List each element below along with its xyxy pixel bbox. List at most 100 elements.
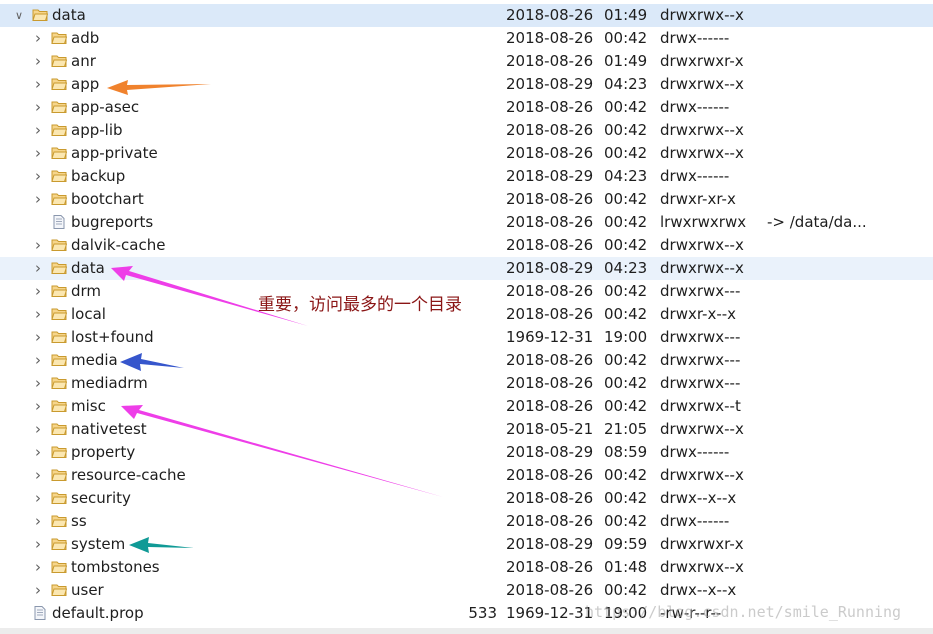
entry-permissions: drwxr-x--x <box>660 305 737 323</box>
tree-row-bugreports[interactable]: bugreports 2018-08-26 00:42 lrwxrwxrwx -> /d… <box>0 211 933 234</box>
tree-row-resource-cache[interactable]: › resource-cache 2018-08-26 00:42 drwxrwx--x <box>0 464 933 487</box>
entry-date: 2018-08-26 <box>506 466 594 484</box>
entry-date: 2018-08-26 <box>506 213 594 231</box>
entry-date: 2018-08-26 <box>506 581 594 599</box>
entry-time: 00:42 <box>604 351 648 369</box>
tree-row-app-asec[interactable]: › app-asec 2018-08-26 00:42 drwx------ <box>0 96 933 119</box>
entry-time: 00:42 <box>604 282 648 300</box>
chevron-right-icon[interactable]: › <box>33 464 43 487</box>
folder-icon <box>51 377 67 389</box>
chevron-right-icon[interactable]: › <box>33 556 43 579</box>
entry-time: 00:42 <box>604 374 648 392</box>
entry-permissions: drwx------ <box>660 98 730 116</box>
folder-icon <box>51 538 67 550</box>
tree-row-app-private[interactable]: › app-private 2018-08-26 00:42 drwxrwx--x <box>0 142 933 165</box>
entry-date: 2018-08-26 <box>506 558 594 576</box>
chevron-right-icon[interactable]: › <box>33 303 43 326</box>
tree-row-data[interactable]: › data 2018-08-29 04:23 drwxrwx--x <box>0 257 933 280</box>
tree-row-mediadrm[interactable]: › mediadrm 2018-08-26 00:42 drwxrwx--- <box>0 372 933 395</box>
entry-permissions: drwxrwx--- <box>660 328 741 346</box>
entry-date: 2018-08-29 <box>506 443 594 461</box>
tree-row-app-lib[interactable]: › app-lib 2018-08-26 00:42 drwxrwx--x <box>0 119 933 142</box>
entry-date: 2018-08-26 <box>506 305 594 323</box>
tree-row-ss[interactable]: › ss 2018-08-26 00:42 drwx------ <box>0 510 933 533</box>
entry-date: 2018-08-29 <box>506 259 594 277</box>
entry-permissions: drwxrwx--x <box>660 466 744 484</box>
horizontal-scrollbar[interactable] <box>0 628 933 634</box>
entry-permissions: drwx--x--x <box>660 489 737 507</box>
entry-permissions: drwxrwx--t <box>660 397 741 415</box>
chevron-down-icon[interactable]: ∨ <box>14 4 24 27</box>
folder-icon <box>51 308 67 320</box>
entry-name: user <box>71 581 104 599</box>
chevron-right-icon[interactable]: › <box>33 326 43 349</box>
entry-time: 04:23 <box>604 167 648 185</box>
chevron-right-icon[interactable]: › <box>33 96 43 119</box>
tree-row-adb[interactable]: › adb 2018-08-26 00:42 drwx------ <box>0 27 933 50</box>
tree-row-lost-found[interactable]: › lost+found 1969-12-31 19:00 drwxrwx--- <box>0 326 933 349</box>
chevron-right-icon[interactable]: › <box>33 50 43 73</box>
chevron-right-icon[interactable]: › <box>33 257 43 280</box>
chevron-right-icon[interactable]: › <box>33 27 43 50</box>
entry-name: misc <box>71 397 106 415</box>
entry-time: 00:42 <box>604 121 648 139</box>
tree-row-backup[interactable]: › backup 2018-08-29 04:23 drwx------ <box>0 165 933 188</box>
chevron-right-icon[interactable]: › <box>33 533 43 556</box>
chevron-right-icon[interactable]: › <box>33 579 43 602</box>
tree-row-drm[interactable]: › drm 2018-08-26 00:42 drwxrwx--- <box>0 280 933 303</box>
chevron-right-icon[interactable]: › <box>33 165 43 188</box>
folder-icon <box>51 515 67 527</box>
entry-time: 01:49 <box>604 6 648 24</box>
chevron-right-icon[interactable]: › <box>33 395 43 418</box>
entry-time: 01:49 <box>604 52 648 70</box>
chevron-right-icon[interactable]: › <box>33 349 43 372</box>
chevron-right-icon[interactable]: › <box>33 119 43 142</box>
tree-row-misc[interactable]: › misc 2018-08-26 00:42 drwxrwx--t <box>0 395 933 418</box>
chevron-right-icon[interactable]: › <box>33 188 43 211</box>
entry-permissions: drwxrwx--x <box>660 420 744 438</box>
tree-row-security[interactable]: › security 2018-08-26 00:42 drwx--x--x <box>0 487 933 510</box>
entry-name: system <box>71 535 126 553</box>
tree-row-media[interactable]: › media 2018-08-26 00:42 drwxrwx--- <box>0 349 933 372</box>
tree-row-nativetest[interactable]: › nativetest 2018-05-21 21:05 drwxrwx--x <box>0 418 933 441</box>
entry-date: 2018-08-26 <box>506 397 594 415</box>
chevron-right-icon[interactable]: › <box>33 73 43 96</box>
entry-time: 09:59 <box>604 535 648 553</box>
chevron-right-icon[interactable]: › <box>33 372 43 395</box>
tree-row-app[interactable]: › app 2018-08-29 04:23 drwxrwx--x <box>0 73 933 96</box>
tree-row-data[interactable]: ∨ data 2018-08-26 01:49 drwxrwx--x <box>0 4 933 27</box>
entry-permissions: drwxrwxr-x <box>660 52 744 70</box>
annotation-note: 重要，访问最多的一个目录 <box>258 295 462 315</box>
entry-time: 00:42 <box>604 512 648 530</box>
folder-icon <box>51 446 67 458</box>
chevron-right-icon[interactable]: › <box>33 418 43 441</box>
entry-permissions: drwx------ <box>660 512 730 530</box>
tree-row-bootchart[interactable]: › bootchart 2018-08-26 00:42 drwxr-xr-x <box>0 188 933 211</box>
folder-icon <box>51 492 67 504</box>
chevron-right-icon[interactable]: › <box>33 441 43 464</box>
folder-icon <box>51 354 67 366</box>
entry-date: 2018-08-26 <box>506 144 594 162</box>
tree-row-dalvik-cache[interactable]: › dalvik-cache 2018-08-26 00:42 drwxrwx--x <box>0 234 933 257</box>
entry-name: data <box>52 6 86 24</box>
entry-name: property <box>71 443 136 461</box>
chevron-right-icon[interactable]: › <box>33 510 43 533</box>
entry-name: mediadrm <box>71 374 148 392</box>
tree-row-user[interactable]: › user 2018-08-26 00:42 drwx--x--x <box>0 579 933 602</box>
entry-permissions: drwxrwx--- <box>660 351 741 369</box>
entry-name: tombstones <box>71 558 160 576</box>
chevron-right-icon[interactable]: › <box>33 234 43 257</box>
file-icon <box>53 215 65 229</box>
chevron-right-icon[interactable]: › <box>33 142 43 165</box>
entry-permissions: drwx------ <box>660 443 730 461</box>
chevron-right-icon[interactable]: › <box>33 487 43 510</box>
tree-row-local[interactable]: › local 2018-08-26 00:42 drwxr-x--x <box>0 303 933 326</box>
chevron-right-icon[interactable]: › <box>33 280 43 303</box>
folder-icon <box>51 262 67 274</box>
tree-row-system[interactable]: › system 2018-08-29 09:59 drwxrwxr-x <box>0 533 933 556</box>
entry-date: 2018-08-26 <box>506 98 594 116</box>
tree-row-tombstones[interactable]: › tombstones 2018-08-26 01:48 drwxrwx--x <box>0 556 933 579</box>
entry-date: 2018-08-26 <box>506 29 594 47</box>
tree-row-anr[interactable]: › anr 2018-08-26 01:49 drwxrwxr-x <box>0 50 933 73</box>
tree-row-property[interactable]: › property 2018-08-29 08:59 drwx------ <box>0 441 933 464</box>
